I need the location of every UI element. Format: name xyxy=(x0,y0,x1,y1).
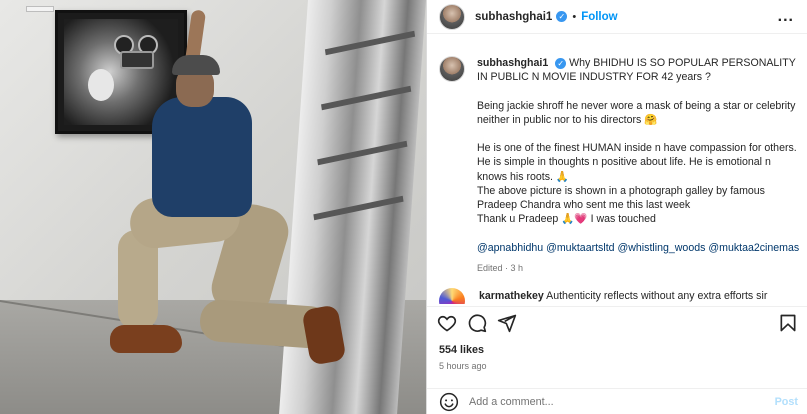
header-username[interactable]: subhashghai1 xyxy=(475,11,552,23)
follow-button[interactable]: Follow xyxy=(581,11,617,23)
caption-scroll-area[interactable]: subhashghai1 ✓ Why BHIDHU IS SO POPULAR … xyxy=(427,48,807,293)
mention-link[interactable]: @muktaa2cinemas xyxy=(708,242,799,254)
edited-timestamp: Edited · 3 h xyxy=(477,262,524,273)
share-icon[interactable] xyxy=(497,313,517,333)
mention-link[interactable]: @apnabhidhu xyxy=(477,242,543,254)
caption-para3: The above picture is shown in a photogra… xyxy=(477,184,765,211)
likes-count[interactable]: 554 likes xyxy=(439,344,484,356)
bookmark-icon[interactable] xyxy=(778,313,798,333)
folded-hands-heart-icon: 🙏💗 xyxy=(561,213,588,226)
mention-link[interactable]: @muktaartsltd xyxy=(546,242,614,254)
comment-input[interactable] xyxy=(469,395,759,408)
exhibit-label xyxy=(26,6,54,12)
sandal xyxy=(110,325,182,353)
commenter-avatar[interactable] xyxy=(439,288,465,304)
action-bar xyxy=(427,306,807,336)
caption-para4-end: I was touched xyxy=(590,213,656,226)
post-header: subhashghai1 ✓ • Follow ... xyxy=(427,0,807,34)
verified-badge-icon: ✓ xyxy=(555,58,567,69)
flat-cap xyxy=(172,55,220,75)
folded-hands-icon: 🙏 xyxy=(555,170,570,183)
caption-para2: He is one of the finest HUMAN inside n h… xyxy=(477,142,797,183)
commenter-username[interactable]: karmathekey xyxy=(479,290,544,302)
sandal xyxy=(301,304,347,366)
emoji-icon[interactable] xyxy=(439,392,459,412)
caption-avatar[interactable] xyxy=(439,56,465,82)
caption-para1: Being jackie shroff he never wore a mask… xyxy=(477,99,796,126)
heart-icon[interactable] xyxy=(437,313,457,333)
caption-text: subhashghai1 ✓ Why BHIDHU IS SO POPULAR … xyxy=(477,56,803,275)
avatar[interactable] xyxy=(439,3,465,30)
separator: • xyxy=(572,10,577,23)
post-photo[interactable] xyxy=(0,0,426,414)
add-comment-bar: Post xyxy=(427,388,807,414)
caption-para4-start: Thank u Pradeep xyxy=(477,213,559,226)
post-viewer: subhashghai1 ✓ • Follow ... subhashghai1… xyxy=(0,0,807,414)
post-time[interactable]: 5 hours ago xyxy=(439,361,487,371)
more-options-icon[interactable]: ... xyxy=(778,8,794,26)
verified-badge-icon: ✓ xyxy=(556,11,568,22)
mention-link[interactable]: @whistling_woods xyxy=(618,242,706,254)
post-details-panel: subhashghai1 ✓ • Follow ... subhashghai1… xyxy=(426,0,807,414)
mentions: @apnabhidhu @muktaartsltd @whistling_woo… xyxy=(477,241,803,255)
comment-icon[interactable] xyxy=(467,313,487,333)
kneeling-man xyxy=(110,9,347,405)
comment-text: Authenticity reflects without any extra … xyxy=(546,290,768,302)
hugging-face-icon: 🤗 xyxy=(644,113,658,126)
comment-row: karmathekey Authenticity reflects withou… xyxy=(439,288,807,304)
caption-username[interactable]: subhashghai1 xyxy=(477,57,548,69)
post-button[interactable]: Post xyxy=(775,396,798,408)
